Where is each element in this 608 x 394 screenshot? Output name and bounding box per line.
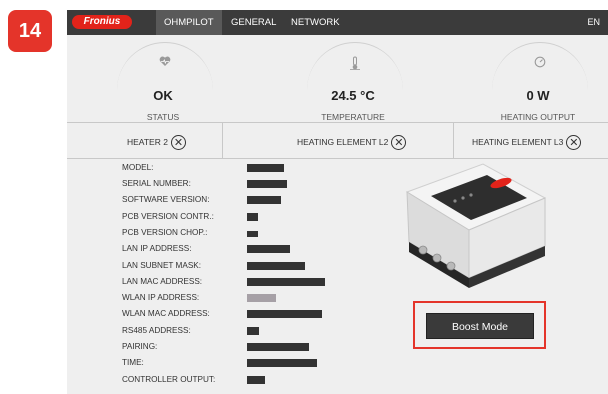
info-label-pcb-version-contr: PCB VERSION CONTR.:	[122, 212, 214, 221]
info-label-lan-ip-address: LAN IP ADDRESS:	[122, 244, 192, 253]
info-label-pairing: PAIRING:	[122, 342, 158, 351]
boost-mode-button[interactable]: Boost Mode	[426, 313, 534, 339]
heater-label: HEATING ELEMENT L2	[297, 137, 389, 147]
info-label-lan-mac-address: LAN MAC ADDRESS:	[122, 277, 203, 286]
heating-element-l3: HEATING ELEMENT L3 ✕	[472, 132, 582, 152]
info-label-time: TIME:	[122, 358, 144, 367]
divider	[453, 122, 454, 159]
tab-network[interactable]: NETWORK	[291, 10, 340, 35]
top-navigation-bar: Fronius OHMPILOT GENERAL NETWORK EN	[67, 10, 608, 35]
heart-pulse-icon	[155, 56, 175, 70]
redacted-value	[247, 213, 258, 221]
redacted-value	[247, 245, 290, 253]
close-icon[interactable]: ✕	[391, 134, 407, 150]
tab-ohmpilot[interactable]: OHMPILOT	[156, 10, 222, 35]
close-icon[interactable]: ✕	[170, 134, 186, 150]
redacted-value	[247, 343, 309, 351]
redacted-value	[247, 294, 276, 302]
heating-output-label: HEATING OUTPUT	[500, 112, 576, 122]
redacted-value	[247, 359, 317, 367]
heater-2: HEATER 2 ✕	[127, 132, 186, 152]
info-label-wlan-mac-address: WLAN MAC ADDRESS:	[122, 309, 210, 318]
info-label-software-version: SOFTWARE VERSION:	[122, 195, 210, 204]
close-icon[interactable]: ✕	[566, 134, 582, 150]
redacted-value	[247, 376, 265, 384]
gauge-icon	[530, 56, 550, 71]
status-value: OK	[153, 88, 173, 103]
heater-label: HEATING ELEMENT L3	[472, 137, 564, 147]
redacted-value	[247, 310, 322, 318]
status-label: STATUS	[146, 112, 180, 122]
thermometer-icon	[345, 56, 365, 73]
redacted-value	[247, 180, 287, 188]
redacted-value	[247, 278, 325, 286]
heating-output-value: 0 W	[526, 88, 550, 103]
info-label-wlan-ip-address: WLAN IP ADDRESS:	[122, 293, 200, 302]
redacted-value	[247, 327, 259, 335]
info-label-controller-output: CONTROLLER OUTPUT:	[122, 375, 216, 384]
heater-label: HEATER 2	[127, 137, 168, 147]
info-label-pcb-version-chop: PCB VERSION CHOP.:	[122, 228, 208, 237]
heating-element-l2: HEATING ELEMENT L2 ✕	[297, 132, 407, 152]
language-selector[interactable]: EN	[587, 10, 600, 35]
info-label-serial-number: SERIAL NUMBER:	[122, 179, 191, 188]
redacted-value	[247, 262, 305, 270]
fronius-logo: Fronius	[72, 15, 132, 29]
info-label-rs485-address: RS485 ADDRESS:	[122, 326, 191, 335]
ohmpilot-web-ui: Fronius OHMPILOT GENERAL NETWORK EN OK 2…	[67, 10, 608, 394]
step-number-badge: 14	[8, 10, 52, 52]
info-label-lan-subnet-mask: LAN SUBNET MASK:	[122, 261, 202, 270]
temperature-label: TEMPERATURE	[321, 112, 385, 122]
redacted-value	[247, 164, 284, 172]
ohmpilot-device-image	[405, 163, 547, 288]
divider	[67, 122, 608, 123]
divider	[222, 122, 223, 159]
redacted-value	[247, 196, 281, 204]
tab-general[interactable]: GENERAL	[231, 10, 276, 35]
temperature-value: 24.5 °C	[331, 88, 375, 103]
redacted-value	[247, 231, 258, 237]
info-label-model: MODEL:	[122, 163, 154, 172]
